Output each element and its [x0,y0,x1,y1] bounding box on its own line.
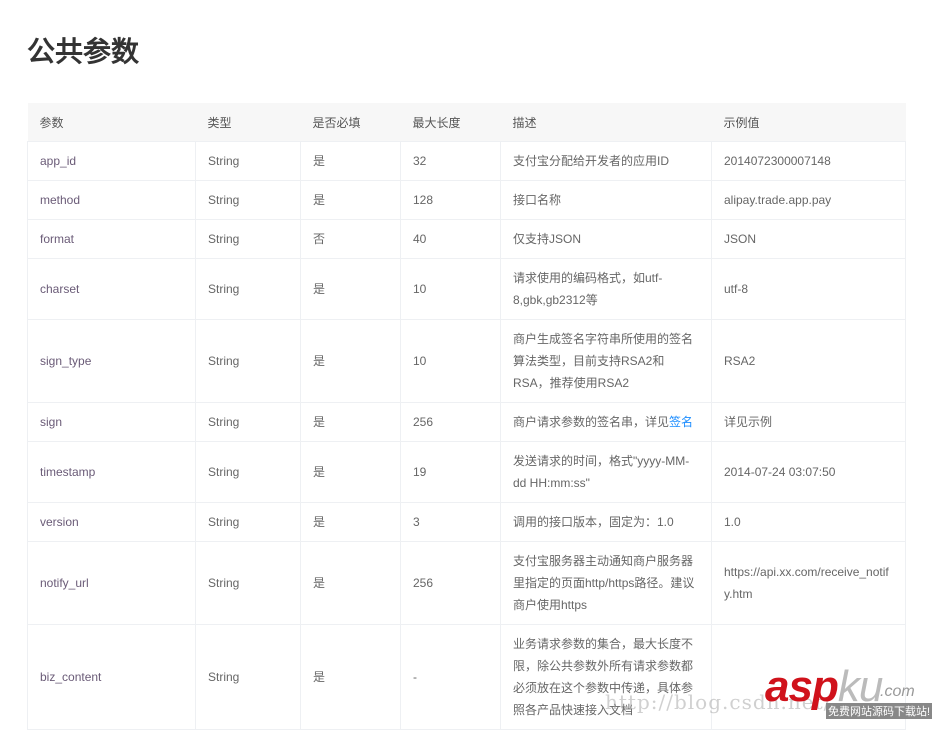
cell-example: https://api.xx.com/receive_notify.htm [712,542,906,625]
cell-required: 是 [301,442,401,503]
cell-maxlen: 32 [401,142,501,181]
table-row: versionString是3 调用的接口版本，固定为：1.0 1.0 [28,503,906,542]
cell-maxlen: 256 [401,542,501,625]
desc-text: 仅支持JSON [513,232,581,246]
cell-type: String [196,503,301,542]
cell-required: 是 [301,403,401,442]
cell-type: String [196,403,301,442]
cell-type: String [196,442,301,503]
cell-maxlen: 19 [401,442,501,503]
cell-required: 否 [301,220,401,259]
table-row: sign_typeString是10商户生成签名字符串所使用的签名算法类型，目前… [28,320,906,403]
cell-maxlen: 40 [401,220,501,259]
cell-type: String [196,220,301,259]
cell-desc: 仅支持JSON [501,220,712,259]
cell-required: 是 [301,503,401,542]
cell-name: sign_type [28,320,196,403]
cell-type: String [196,320,301,403]
table-row: signString是256商户请求参数的签名串，详见签名详见示例 [28,403,906,442]
cell-example: JSON [712,220,906,259]
cell-required: 是 [301,142,401,181]
desc-text: 商户请求参数的签名串，详见 [513,415,669,429]
cell-desc: 调用的接口版本，固定为：1.0 [501,503,712,542]
cell-name: format [28,220,196,259]
table-header: 参数类型是否必填最大长度描述示例值 [28,103,906,142]
cell-maxlen: 10 [401,320,501,403]
table-row: charsetString是10 请求使用的编码格式，如utf-8,gbk,gb2… [28,259,906,320]
cell-example: 2014072300007148 [712,142,906,181]
table-row: formatString否40 仅支持JSON JSON [28,220,906,259]
cell-name: version [28,503,196,542]
cell-name: biz_content [28,625,196,730]
cell-type: String [196,542,301,625]
desc-text: 发送请求的时间，格式"yyyy-MM-dd HH:mm:ss" [513,454,689,490]
desc-text: 支付宝服务器主动通知商户服务器里指定的页面http/https路径。建议商户使用… [513,554,694,612]
desc-text: 支付宝分配给开发者的应用ID [513,154,669,168]
column-header: 类型 [196,103,301,142]
table-row: timestampString是19 发送请求的时间，格式"yyyy-MM-dd … [28,442,906,503]
cell-example: alipay.trade.app.pay [712,181,906,220]
cell-name: notify_url [28,542,196,625]
watermark-subtitle: 免费网站源码下载站! [826,703,932,719]
column-header: 是否必填 [301,103,401,142]
cell-example: RSA2 [712,320,906,403]
cell-maxlen: - [401,625,501,730]
watermark-com: .com [880,683,915,701]
cell-desc: 支付宝分配给开发者的应用ID [501,142,712,181]
sign-link[interactable]: 签名 [669,415,693,429]
cell-required: 是 [301,320,401,403]
cell-desc: 请求使用的编码格式，如utf-8,gbk,gb2312等 [501,259,712,320]
cell-example: 2014-07-24 03:07:50 [712,442,906,503]
cell-maxlen: 256 [401,403,501,442]
cell-maxlen: 10 [401,259,501,320]
page-title: 公共参数 [27,30,139,70]
params-table: 参数类型是否必填最大长度描述示例值 app_idString是32支付宝分配给开… [27,103,906,730]
column-header: 最大长度 [401,103,501,142]
column-header: 参数 [28,103,196,142]
table-row: notify_urlString是256支付宝服务器主动通知商户服务器里指定的页… [28,542,906,625]
cell-maxlen: 128 [401,181,501,220]
cell-example: utf-8 [712,259,906,320]
desc-text: 接口名称 [513,193,561,207]
cell-name: charset [28,259,196,320]
cell-required: 是 [301,542,401,625]
cell-maxlen: 3 [401,503,501,542]
cell-required: 是 [301,625,401,730]
desc-text: 请求使用的编码格式，如utf-8,gbk,gb2312等 [513,271,662,307]
cell-desc: 支付宝服务器主动通知商户服务器里指定的页面http/https路径。建议商户使用… [501,542,712,625]
desc-text: 调用的接口版本，固定为：1.0 [513,515,674,529]
cell-type: String [196,181,301,220]
cell-name: timestamp [28,442,196,503]
desc-text: 商户生成签名字符串所使用的签名算法类型，目前支持RSA2和RSA，推荐使用RSA… [513,332,693,390]
cell-desc: 商户请求参数的签名串，详见签名 [501,403,712,442]
cell-example: 1.0 [712,503,906,542]
cell-type: String [196,625,301,730]
column-header: 示例值 [712,103,906,142]
cell-type: String [196,259,301,320]
cell-name: sign [28,403,196,442]
table-row: app_idString是32 支付宝分配给开发者的应用ID 20140723000… [28,142,906,181]
table-row: methodString是128 接口名称 alipay.trade.app.pay [28,181,906,220]
cell-required: 是 [301,259,401,320]
cell-desc: 商户生成签名字符串所使用的签名算法类型，目前支持RSA2和RSA，推荐使用RSA… [501,320,712,403]
cell-example: 详见示例 [712,403,906,442]
column-header: 描述 [501,103,712,142]
cell-desc: 发送请求的时间，格式"yyyy-MM-dd HH:mm:ss" [501,442,712,503]
cell-type: String [196,142,301,181]
cell-name: app_id [28,142,196,181]
cell-required: 是 [301,181,401,220]
cell-desc: 接口名称 [501,181,712,220]
cell-name: method [28,181,196,220]
